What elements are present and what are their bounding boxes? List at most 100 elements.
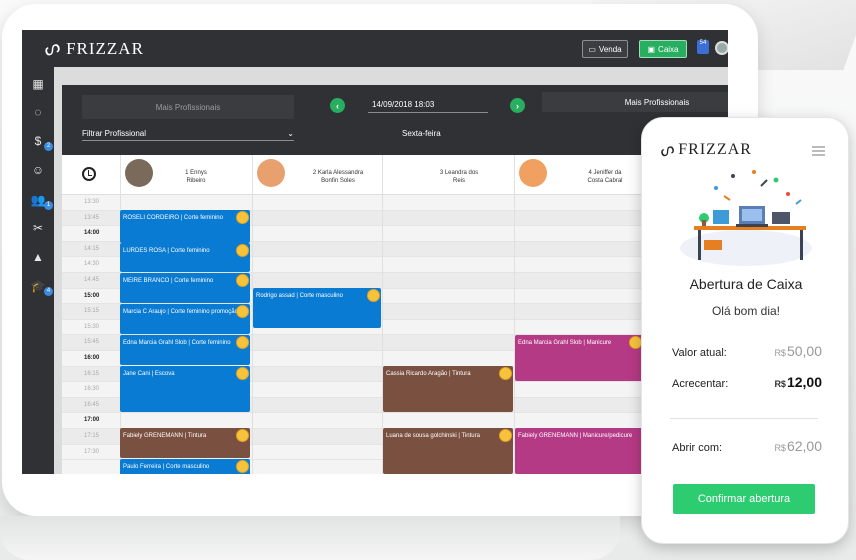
logo-mark-icon: ᔕ (657, 140, 677, 161)
cash-opening-title: Abertura de Caixa (689, 276, 803, 292)
abrir-com-label: Abrir com: (672, 442, 723, 454)
laptop-screen: ᔕ FRIZZAR ▭ Venda ▣ Caixa 54 ▦ ◌ $ 2 ☺ 👥… (22, 30, 728, 474)
professional-1[interactable]: 1 Ennys Ribeiro (120, 155, 252, 195)
professionals-row: 1 Ennys Ribeiro 2 Karla Alessandra Bonfin … (62, 155, 728, 195)
phone-logo: ᔕ FRIZZAR (657, 140, 752, 161)
lightbulb-icon[interactable]: ◌ (22, 101, 54, 123)
appointment[interactable]: Marcia C Araujo | Corte feminino promoçã… (120, 304, 250, 334)
avatar (519, 159, 547, 187)
professional-4[interactable]: 4 Jeniffer da Costa Cabral (514, 155, 644, 195)
appointment[interactable]: Rodrigo assad | Corte masculino (253, 288, 381, 328)
appointment[interactable]: Paulo Ferreira | Corte masculino (120, 459, 250, 474)
time-label: 16:15 (84, 370, 100, 377)
appointment[interactable]: ROSELI CORDEIRO | Corte feminino (120, 210, 250, 243)
currency: R$ (774, 348, 786, 358)
time-label: 14:15 (84, 245, 100, 252)
users-icon[interactable]: 👥 1 (22, 189, 54, 211)
emoji-icon (236, 211, 249, 224)
valor-atual-label: Valor atual: (672, 347, 727, 359)
time-label: 14:00 (84, 230, 100, 237)
prev-day-button[interactable]: ‹ (330, 98, 345, 113)
appointment[interactable]: Luana de sousa golchinski | Tintura (383, 428, 513, 474)
next-day-button[interactable]: › (510, 98, 525, 113)
appointment[interactable]: Jane Cani | Escova (120, 366, 250, 412)
date-input[interactable]: 14/09/2018 18:03 (368, 97, 488, 113)
face-icon[interactable]: ☺ (22, 159, 54, 181)
schedule-grid: 13:30 13:45 14:00 14:15 14:30 14:45 15:0… (62, 195, 728, 474)
avatar (257, 159, 285, 187)
filter-professional-select[interactable]: Filtrar Profissional ⌄ (82, 127, 294, 141)
appointment[interactable]: Edna Marcia Grahl Slob | Manicure (515, 335, 643, 381)
more-professionals-left[interactable]: Mais Profissionais (82, 95, 294, 119)
emoji-icon (236, 367, 249, 380)
abrir-com-value: 62,00 (786, 438, 822, 454)
emoji-icon (499, 367, 512, 380)
acrescentar-label: Acrecentar: (672, 378, 729, 390)
cash-icon: ▣ (647, 44, 656, 54)
professional-name: 3 Leandra dos Reis (439, 170, 479, 184)
notification-badge[interactable]: 54 (697, 40, 709, 54)
time-label: 14:45 (84, 277, 100, 283)
time-label: 15:15 (84, 308, 100, 315)
currency: R$ (774, 443, 786, 453)
scissors-icon[interactable]: ✂ (22, 217, 54, 239)
user-avatar[interactable] (715, 41, 728, 55)
courses-badge: 4 (44, 287, 53, 296)
time-label: 17:15 (84, 433, 100, 439)
abrir-com-row: Abrir com: R$62,00 (672, 438, 822, 454)
app-logo[interactable]: ᔕ FRIZZAR (40, 35, 144, 61)
hamburger-menu-icon[interactable] (812, 146, 825, 156)
logo-mark-icon: ᔕ (40, 35, 63, 61)
filter-label: Filtrar Profissional (82, 129, 147, 138)
valor-atual-value: 50,00 (786, 343, 822, 359)
clock-icon (82, 167, 96, 181)
time-label: 16:00 (84, 355, 100, 361)
professional-name: 4 Jeniffer da Costa Cabral (587, 170, 623, 184)
calendar-panel: Mais Profissionais Filtrar Profissional … (62, 85, 728, 474)
emoji-icon (236, 460, 249, 473)
appointment[interactable]: Fabiely GRENEMANN | Manicure/pedicure (515, 428, 643, 474)
time-label: 15:00 (84, 292, 100, 299)
time-label: 15:30 (84, 323, 100, 330)
chevron-down-icon: ⌄ (287, 129, 294, 138)
greeting: Olá bom dia! (711, 304, 781, 318)
phone-mockup: ᔕ FRIZZAR Abertura de Caixa Olá bom dia!… (641, 117, 849, 544)
appointment[interactable]: Edna Marcia Grahl Slob | Corte feminino (120, 335, 250, 365)
venda-button[interactable]: ▭ Venda (582, 40, 628, 58)
professional-2[interactable]: 2 Karla Alessandra Bonfin Soles (252, 155, 382, 195)
laptop-base (0, 516, 620, 560)
emoji-icon (367, 289, 380, 302)
graduation-icon[interactable]: 🎓 4 (22, 275, 54, 297)
professional-name: 2 Karla Alessandra Bonfin Soles (312, 170, 364, 184)
currency: R$ (774, 379, 786, 389)
card-icon: ▭ (588, 44, 596, 54)
emoji-icon (236, 305, 249, 318)
caixa-button[interactable]: ▣ Caixa (639, 40, 687, 58)
venda-label: Venda (598, 44, 622, 54)
money-icon[interactable]: $ 2 (22, 130, 54, 152)
avatar (125, 159, 153, 187)
more-professionals-right[interactable]: Mais Profissionais (542, 92, 728, 112)
appointment[interactable]: LURDES ROSA | Corte feminino (120, 243, 250, 272)
professional-3[interactable]: 3 Leandra dos Reis (382, 155, 514, 195)
time-label: 16:45 (84, 401, 100, 408)
emoji-icon (236, 274, 249, 287)
money-badge: 2 (44, 142, 53, 151)
appointment[interactable]: Cassia Ricardo Aragão | Tintura (383, 366, 513, 412)
acrescentar-row: Acrecentar: R$12,00 (672, 374, 822, 390)
time-label: 13:45 (84, 214, 100, 221)
time-label: 15:45 (84, 339, 100, 346)
appointment[interactable]: MEIRE BRANCO | Corte feminino (120, 273, 250, 303)
calendar-icon[interactable]: ▦ (22, 73, 54, 95)
time-row[interactable]: 17:00 (62, 413, 728, 429)
time-label: 17:30 (84, 448, 100, 455)
appointment[interactable]: Fabiely GRENEMANN | Tintura (120, 428, 250, 458)
valor-atual-row: Valor atual: R$50,00 (672, 343, 822, 359)
acrescentar-input[interactable]: 12,00 (787, 374, 822, 390)
time-row[interactable]: 13:30 (62, 195, 728, 211)
calendar-header: Mais Profissionais Filtrar Profissional … (62, 85, 728, 155)
emoji-icon (236, 336, 249, 349)
bag-icon[interactable]: ▲ (22, 246, 54, 268)
column-divider (252, 195, 253, 474)
confirm-opening-button[interactable]: Confirmar abertura (673, 484, 815, 514)
